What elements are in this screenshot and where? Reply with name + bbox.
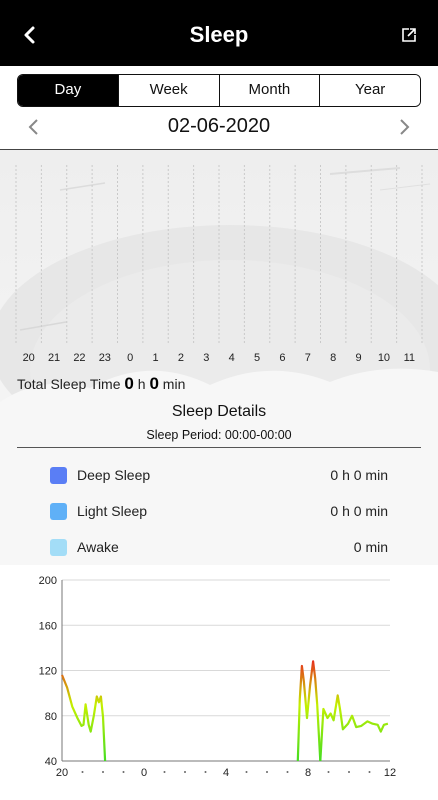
- heart-rate-line: [296, 660, 322, 762]
- x-tick-dot: [184, 771, 186, 773]
- legend-light-sleep: Light Sleep 0 h 0 min: [50, 501, 388, 521]
- x-tick-dot: [286, 771, 289, 773]
- x-tick-dot: [348, 771, 350, 773]
- sleep-period: Sleep Period: 00:00-00:00: [146, 428, 292, 442]
- hour-label: 22: [73, 352, 86, 364]
- hour-axis: 20 21 22 23 0 1 2 3 4 5 6 7 8 9 10 11: [16, 352, 422, 368]
- x-tick-label: 8: [305, 767, 311, 779]
- hour-label: 7: [304, 352, 311, 364]
- heart-rate-line: [319, 694, 389, 762]
- deep-sleep-swatch: [50, 467, 67, 484]
- total-minutes: 0: [149, 374, 159, 393]
- legend-value: 0 h 0 min: [330, 503, 388, 519]
- x-tick-dot: [327, 771, 330, 773]
- x-tick-dot: [266, 771, 268, 773]
- tab-month[interactable]: Month: [218, 75, 320, 106]
- heart-rate-plot: 200160120804020 0 4 8 12: [39, 575, 396, 779]
- current-date: 02-06-2020: [167, 115, 271, 137]
- light-sleep-swatch: [50, 503, 67, 520]
- moon-icon: [344, 180, 368, 219]
- chevron-right-icon[interactable]: [396, 116, 412, 138]
- x-tick-dot: [204, 771, 207, 773]
- hour-label: 4: [228, 352, 235, 364]
- x-tick-dot: [163, 771, 166, 773]
- tab-year[interactable]: Year: [319, 75, 420, 106]
- hour-label: 11: [403, 352, 416, 364]
- hour-label: 9: [355, 352, 362, 364]
- y-tick-label: 200: [39, 575, 57, 587]
- x-tick-dot: [122, 771, 125, 773]
- legend-label: Light Sleep: [77, 503, 148, 519]
- x-tick-dot: [81, 771, 84, 773]
- tab-week[interactable]: Week: [117, 75, 219, 106]
- heart-rate-line: [60, 674, 107, 762]
- hour-label: 0: [127, 352, 134, 364]
- sleep-details-title: Sleep Details: [171, 403, 267, 420]
- x-tick-dot: [368, 771, 371, 773]
- app-header: Sleep: [0, 0, 438, 66]
- legend-value: 0 min: [353, 539, 388, 555]
- page-title: Sleep: [189, 22, 249, 47]
- x-tick-label: 20: [56, 767, 68, 779]
- hour-label: 10: [377, 352, 391, 364]
- minutes-unit: min: [162, 376, 186, 392]
- hour-label: 3: [203, 352, 210, 364]
- period-tabs: Day Week Month Year: [17, 74, 421, 107]
- legend-deep-sleep: Deep Sleep 0 h 0 min: [50, 465, 388, 485]
- legend-value: 0 h 0 min: [330, 467, 388, 483]
- hours-unit: h: [137, 376, 146, 392]
- x-tick-label: 0: [141, 767, 147, 779]
- total-hours: 0: [124, 374, 134, 393]
- total-sleep-time: Total Sleep Time 0 h 0 min: [17, 374, 185, 394]
- hour-label: 8: [330, 352, 337, 364]
- legend-awake: Awake 0 min: [50, 537, 388, 557]
- hour-label: 6: [279, 352, 286, 364]
- tab-day[interactable]: Day: [18, 75, 118, 106]
- total-sleep-label: Total Sleep Time: [17, 376, 121, 392]
- x-tick-label: 4: [223, 767, 229, 779]
- hour-label: 21: [47, 352, 61, 364]
- share-icon[interactable]: [400, 26, 418, 44]
- y-tick-label: 80: [45, 711, 57, 723]
- hour-label: 20: [22, 352, 35, 364]
- x-tick-dot: [245, 771, 248, 773]
- x-tick-label: 12: [384, 767, 396, 779]
- date-navigator: 02-06-2020: [0, 112, 438, 144]
- legend-label: Awake: [77, 539, 119, 555]
- awake-swatch: [50, 539, 67, 556]
- divider: [17, 447, 421, 448]
- hour-label: 2: [177, 352, 184, 364]
- x-tick-dot: [102, 771, 104, 773]
- legend-label: Deep Sleep: [77, 467, 151, 483]
- y-tick-label: 120: [39, 666, 57, 678]
- hour-label: 23: [98, 352, 111, 364]
- hour-label: 5: [254, 352, 261, 364]
- y-tick-label: 160: [39, 620, 57, 632]
- heart-rate-chart: 200 160 120 80 40 20 0 4 8 12: [0, 565, 438, 800]
- hour-label: 1: [152, 352, 159, 364]
